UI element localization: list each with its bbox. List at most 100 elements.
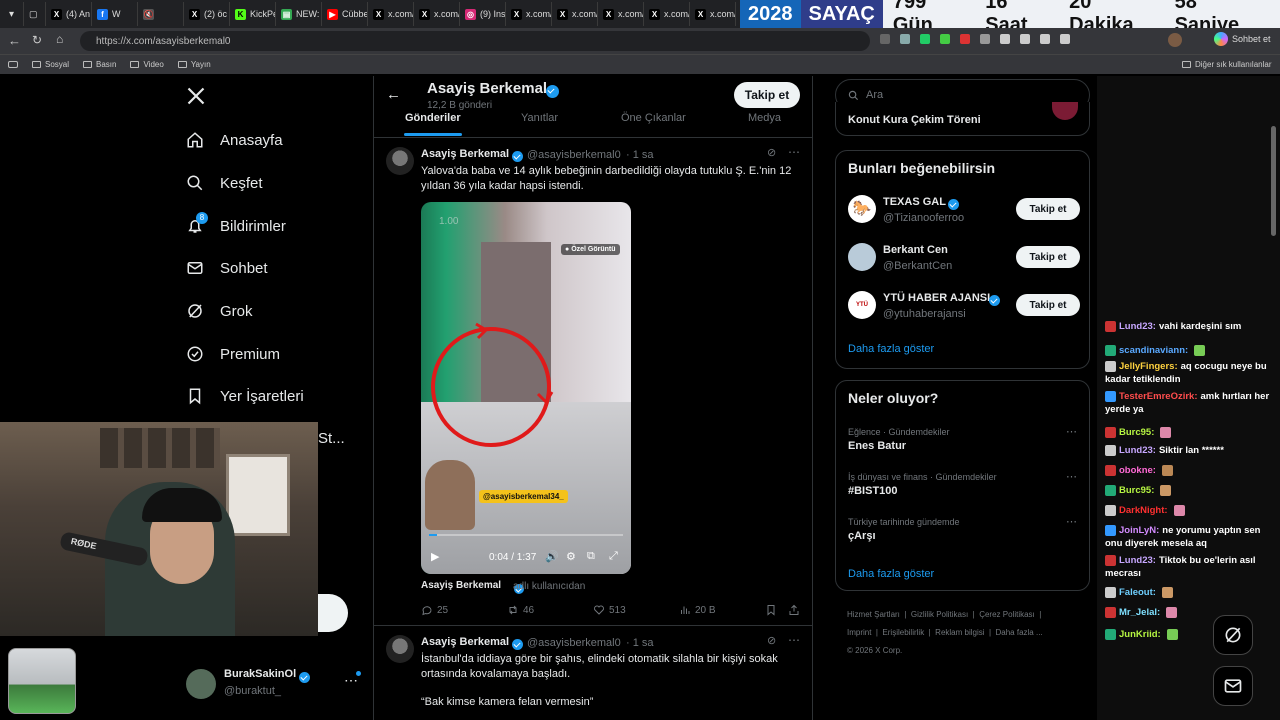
back-icon[interactable]: ← — [8, 33, 21, 48]
footer-link[interactable]: Reklam bilgisi — [935, 628, 984, 637]
chat-username[interactable]: JellyFingers: — [1119, 361, 1178, 372]
browser-tab[interactable]: Xx.com/ — [414, 2, 460, 26]
follow-button[interactable]: Takip et — [1016, 294, 1080, 316]
fullscreen-icon[interactable]: ⤢ — [609, 550, 618, 563]
video-player[interactable]: 1.00 ● Özel Görüntü @asayisberkemal34_ ▶… — [421, 202, 631, 574]
trend-item[interactable]: Türkiye tarihinde gündemde çArşı ⋯ — [836, 515, 1089, 549]
author-handle[interactable]: @asayisberkemal0 — [527, 637, 621, 649]
trend-item[interactable]: Eğlence · Gündemdekiler Enes Batur ⋯ — [836, 425, 1089, 459]
browser-tab[interactable]: Xx.com/ — [644, 2, 690, 26]
back-arrow-icon[interactable]: ← — [386, 86, 401, 103]
nav-partial-label[interactable]: St... — [318, 430, 345, 447]
event-card[interactable]: Konut Kura Çekim Töreni — [835, 102, 1090, 136]
footer-link[interactable]: Çerez Politikası — [979, 610, 1035, 619]
more-icon[interactable]: ⋯ — [788, 145, 800, 159]
more-icon[interactable]: ⋯ — [1066, 515, 1077, 528]
follow-button[interactable]: Takip et — [1016, 198, 1080, 220]
more-icon[interactable]: ⋯ — [1066, 470, 1077, 483]
chat-username[interactable]: TesterEmreOzirk: — [1119, 391, 1198, 402]
bookmark-folder[interactable]: Basın — [83, 60, 116, 69]
browser-tab[interactable]: fW — [92, 2, 138, 26]
chat-username[interactable]: JoinLyN: — [1119, 525, 1159, 536]
tab-list-button[interactable]: ▾ — [0, 2, 24, 26]
copilot-chat-button[interactable]: Sohbet et — [1214, 32, 1271, 46]
nav-grok[interactable]: Grok — [186, 302, 253, 320]
chat-username[interactable]: Lund23: — [1119, 321, 1156, 332]
show-more-link[interactable]: Daha fazla göster — [848, 568, 934, 580]
browser-tab[interactable]: X (4) An — [46, 2, 92, 26]
nav-premium[interactable]: Premium — [186, 345, 280, 363]
extension-icon[interactable] — [1000, 34, 1010, 44]
show-more-link[interactable]: Daha fazla göster — [848, 343, 934, 355]
bookmark-toggle-icon[interactable] — [8, 61, 18, 68]
other-bookmarks[interactable]: Diğer sık kullanılanlar — [1182, 60, 1271, 69]
settings-icon[interactable]: ⚙ — [566, 550, 576, 563]
chat-username[interactable]: Burc95: — [1119, 485, 1154, 496]
author-name[interactable]: Asayiş Berkemal — [421, 148, 509, 160]
chat-username[interactable]: JunKriid: — [1119, 629, 1161, 640]
bookmark-icon[interactable] — [765, 604, 777, 616]
url-field[interactable]: https://x.com/asayisberkemal0 — [80, 31, 870, 51]
reply-button[interactable]: 25 — [421, 604, 448, 616]
suggestion-row[interactable]: YTÜ YTÜ HABER AJANSI @ytuhaberajansi Tak… — [836, 289, 1089, 329]
chat-username[interactable]: DarkNight: — [1119, 505, 1168, 516]
home-browser-icon[interactable]: ⌂ — [56, 32, 63, 46]
chat-username[interactable]: scandinaviann: — [1119, 345, 1188, 356]
suggestion-row[interactable]: 🐎 TEXAS GAL @Tizianooferroo Takip et — [836, 193, 1089, 233]
nav-bookmarks[interactable]: Yer İşaretleri — [186, 387, 304, 405]
bookmark-folder[interactable]: Sosyal — [32, 60, 69, 69]
x-logo-icon[interactable] — [186, 86, 206, 106]
nav-home[interactable]: Anasayfa — [186, 131, 283, 149]
author-handle[interactable]: @asayisberkemal0 — [527, 149, 621, 161]
tweet-time[interactable]: · 1 sa — [626, 149, 654, 161]
tab-highlights[interactable]: Öne Çıkanlar — [621, 112, 686, 124]
browser-tab[interactable]: ▤ NEW: — [276, 2, 322, 26]
browser-tab[interactable]: ▶ Cübbe — [322, 2, 368, 26]
chat-username[interactable]: Mr_Jelal: — [1119, 607, 1160, 618]
attribution-name[interactable]: Asayiş Berkemal — [421, 580, 501, 591]
extension-icon[interactable] — [880, 34, 890, 44]
account-switcher[interactable]: BurakSakinOl @buraktut_ ⋯ — [186, 668, 366, 702]
grok-icon[interactable]: ⊘ — [767, 634, 776, 647]
messages-fab[interactable] — [1213, 666, 1253, 706]
extension-icon[interactable] — [920, 34, 930, 44]
tweet[interactable]: Asayiş Berkemal @asayisberkemal0 · 1 sa … — [374, 138, 812, 626]
more-icon[interactable]: ⋯ — [1066, 425, 1077, 438]
chat-username[interactable]: Lund23: — [1119, 555, 1156, 566]
suggestion-row[interactable]: Berkant Cen @BerkantCen Takip et — [836, 241, 1089, 281]
nav-messages[interactable]: Sohbet — [186, 259, 268, 277]
more-icon[interactable]: ⋯ — [788, 633, 800, 647]
chat-username[interactable]: Lund23: — [1119, 445, 1156, 456]
browser-tab[interactable]: X (2) öc — [184, 2, 230, 26]
footer-link[interactable]: Hizmet Şartları — [847, 610, 900, 619]
tweet[interactable]: Asayiş Berkemal @asayisberkemal0 · 1 sa … — [374, 626, 812, 720]
browser-tab[interactable]: ◎ (9) Ins — [460, 2, 506, 26]
browser-tab[interactable]: Xx.com/ — [506, 2, 552, 26]
workspaces-icon[interactable]: ▢ — [24, 2, 46, 26]
reload-icon[interactable]: ↻ — [32, 33, 42, 47]
chat-username[interactable]: Burc95: — [1119, 427, 1154, 438]
video-progress-track[interactable] — [429, 534, 623, 536]
like-button[interactable]: 513 — [593, 604, 626, 616]
follow-button[interactable]: Takip et — [1016, 246, 1080, 268]
tab-posts[interactable]: Gönderiler — [405, 112, 461, 124]
browser-tab[interactable]: Xx.com/ — [598, 2, 644, 26]
extension-icon[interactable] — [1020, 34, 1030, 44]
extension-icon[interactable] — [940, 34, 950, 44]
bookmark-folder[interactable]: Yayın — [177, 60, 211, 69]
repost-button[interactable]: 46 — [507, 604, 534, 616]
author-name[interactable]: Asayiş Berkemal — [421, 636, 509, 648]
footer-link[interactable]: Gizlilik Politikası — [911, 610, 968, 619]
bookmark-folder[interactable]: Video — [130, 60, 164, 69]
grok-fab[interactable] — [1213, 615, 1253, 655]
browser-tab[interactable]: K KickPe — [230, 2, 276, 26]
play-icon[interactable]: ▶ — [431, 550, 439, 563]
trend-item[interactable]: İş dünyası ve finans · Gündemdekiler #BI… — [836, 470, 1089, 504]
extension-icon[interactable] — [900, 34, 910, 44]
post-button[interactable] — [318, 594, 348, 632]
browser-tab[interactable]: 🔇 — [138, 2, 184, 26]
browser-tab[interactable]: Xx.com/ — [552, 2, 598, 26]
tab-replies[interactable]: Yanıtlar — [521, 112, 558, 124]
grok-icon[interactable]: ⊘ — [767, 146, 776, 159]
nav-explore[interactable]: Keşfet — [186, 174, 263, 192]
